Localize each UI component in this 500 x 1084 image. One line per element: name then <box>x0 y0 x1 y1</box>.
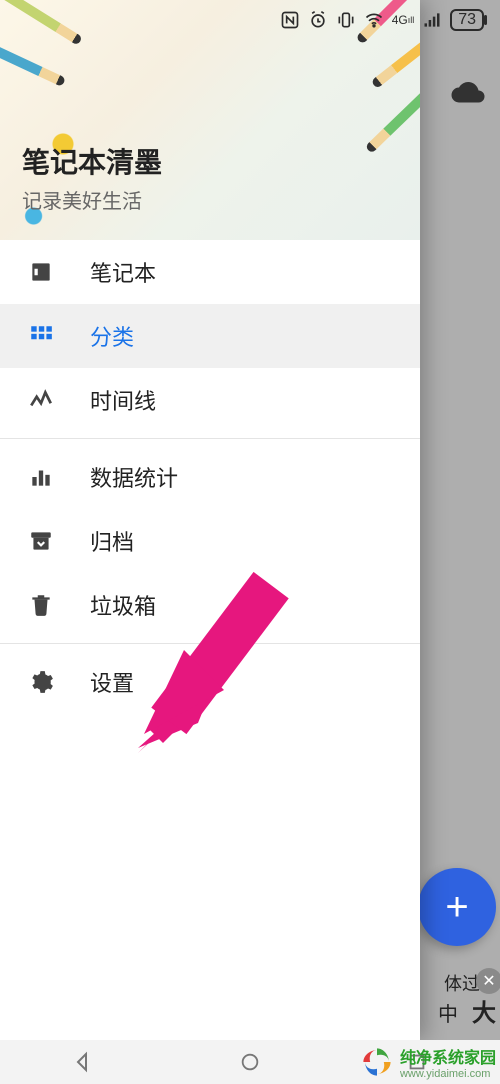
wifi-icon <box>364 10 384 30</box>
font-size-big[interactable]: 大 <box>472 993 496 1028</box>
vibrate-icon <box>336 10 356 30</box>
nfc-icon <box>280 10 300 30</box>
watermark-url: www.yidaimei.com <box>400 1068 496 1080</box>
fab-add-button[interactable]: + <box>418 868 496 946</box>
menu-item-label: 数据统计 <box>90 461 178 493</box>
status-bar: 4Gıll 73 <box>0 0 500 40</box>
watermark-logo-icon <box>360 1045 394 1079</box>
navigation-drawer: 笔记本清墨 记录美好生活 笔记本 分类 时间线 <box>0 0 420 1040</box>
watermark: 纯净系统家园 www.yidaimei.com <box>360 1044 496 1080</box>
menu-item-category[interactable]: 分类 <box>0 304 420 368</box>
menu-item-label: 笔记本 <box>90 256 156 288</box>
battery-indicator: 73 <box>450 9 484 31</box>
alarm-icon <box>308 10 328 30</box>
font-size-mid[interactable]: 中 <box>438 998 458 1027</box>
nav-back-button[interactable] <box>69 1048 97 1076</box>
menu-item-label: 分类 <box>90 320 134 352</box>
font-size-options[interactable]: 中 大 <box>438 993 496 1028</box>
trash-icon <box>26 592 56 618</box>
menu-item-label: 归档 <box>90 525 134 557</box>
menu-item-label: 垃圾箱 <box>90 589 156 621</box>
notebook-icon <box>26 259 56 285</box>
timeline-icon <box>26 387 56 413</box>
menu-item-timeline[interactable]: 时间线 <box>0 368 420 432</box>
archive-icon <box>26 528 56 554</box>
menu-item-notebook[interactable]: 笔记本 <box>0 240 420 304</box>
menu-item-trash[interactable]: 垃圾箱 <box>0 573 420 637</box>
cloud-icon[interactable] <box>450 74 486 118</box>
watermark-text: 纯净系统家园 <box>400 1050 496 1067</box>
stats-icon <box>26 464 56 490</box>
network-label: 4Gıll <box>392 15 415 25</box>
menu-item-label: 设置 <box>90 666 134 698</box>
gear-icon <box>26 669 56 695</box>
close-hint-icon[interactable]: ✕ <box>476 968 500 994</box>
menu-item-archive[interactable]: 归档 <box>0 509 420 573</box>
app-subtitle: 记录美好生活 <box>22 185 162 214</box>
grid-icon <box>26 323 56 349</box>
nav-home-button[interactable] <box>236 1048 264 1076</box>
menu-separator <box>0 438 420 439</box>
app-title: 笔记本清墨 <box>22 141 162 181</box>
menu-separator <box>0 643 420 644</box>
signal-icon <box>422 10 442 30</box>
menu-item-label: 时间线 <box>90 384 156 416</box>
menu-item-settings[interactable]: 设置 <box>0 650 420 714</box>
menu-item-stats[interactable]: 数据统计 <box>0 445 420 509</box>
drawer-menu: 笔记本 分类 时间线 数据统计 <box>0 240 420 714</box>
